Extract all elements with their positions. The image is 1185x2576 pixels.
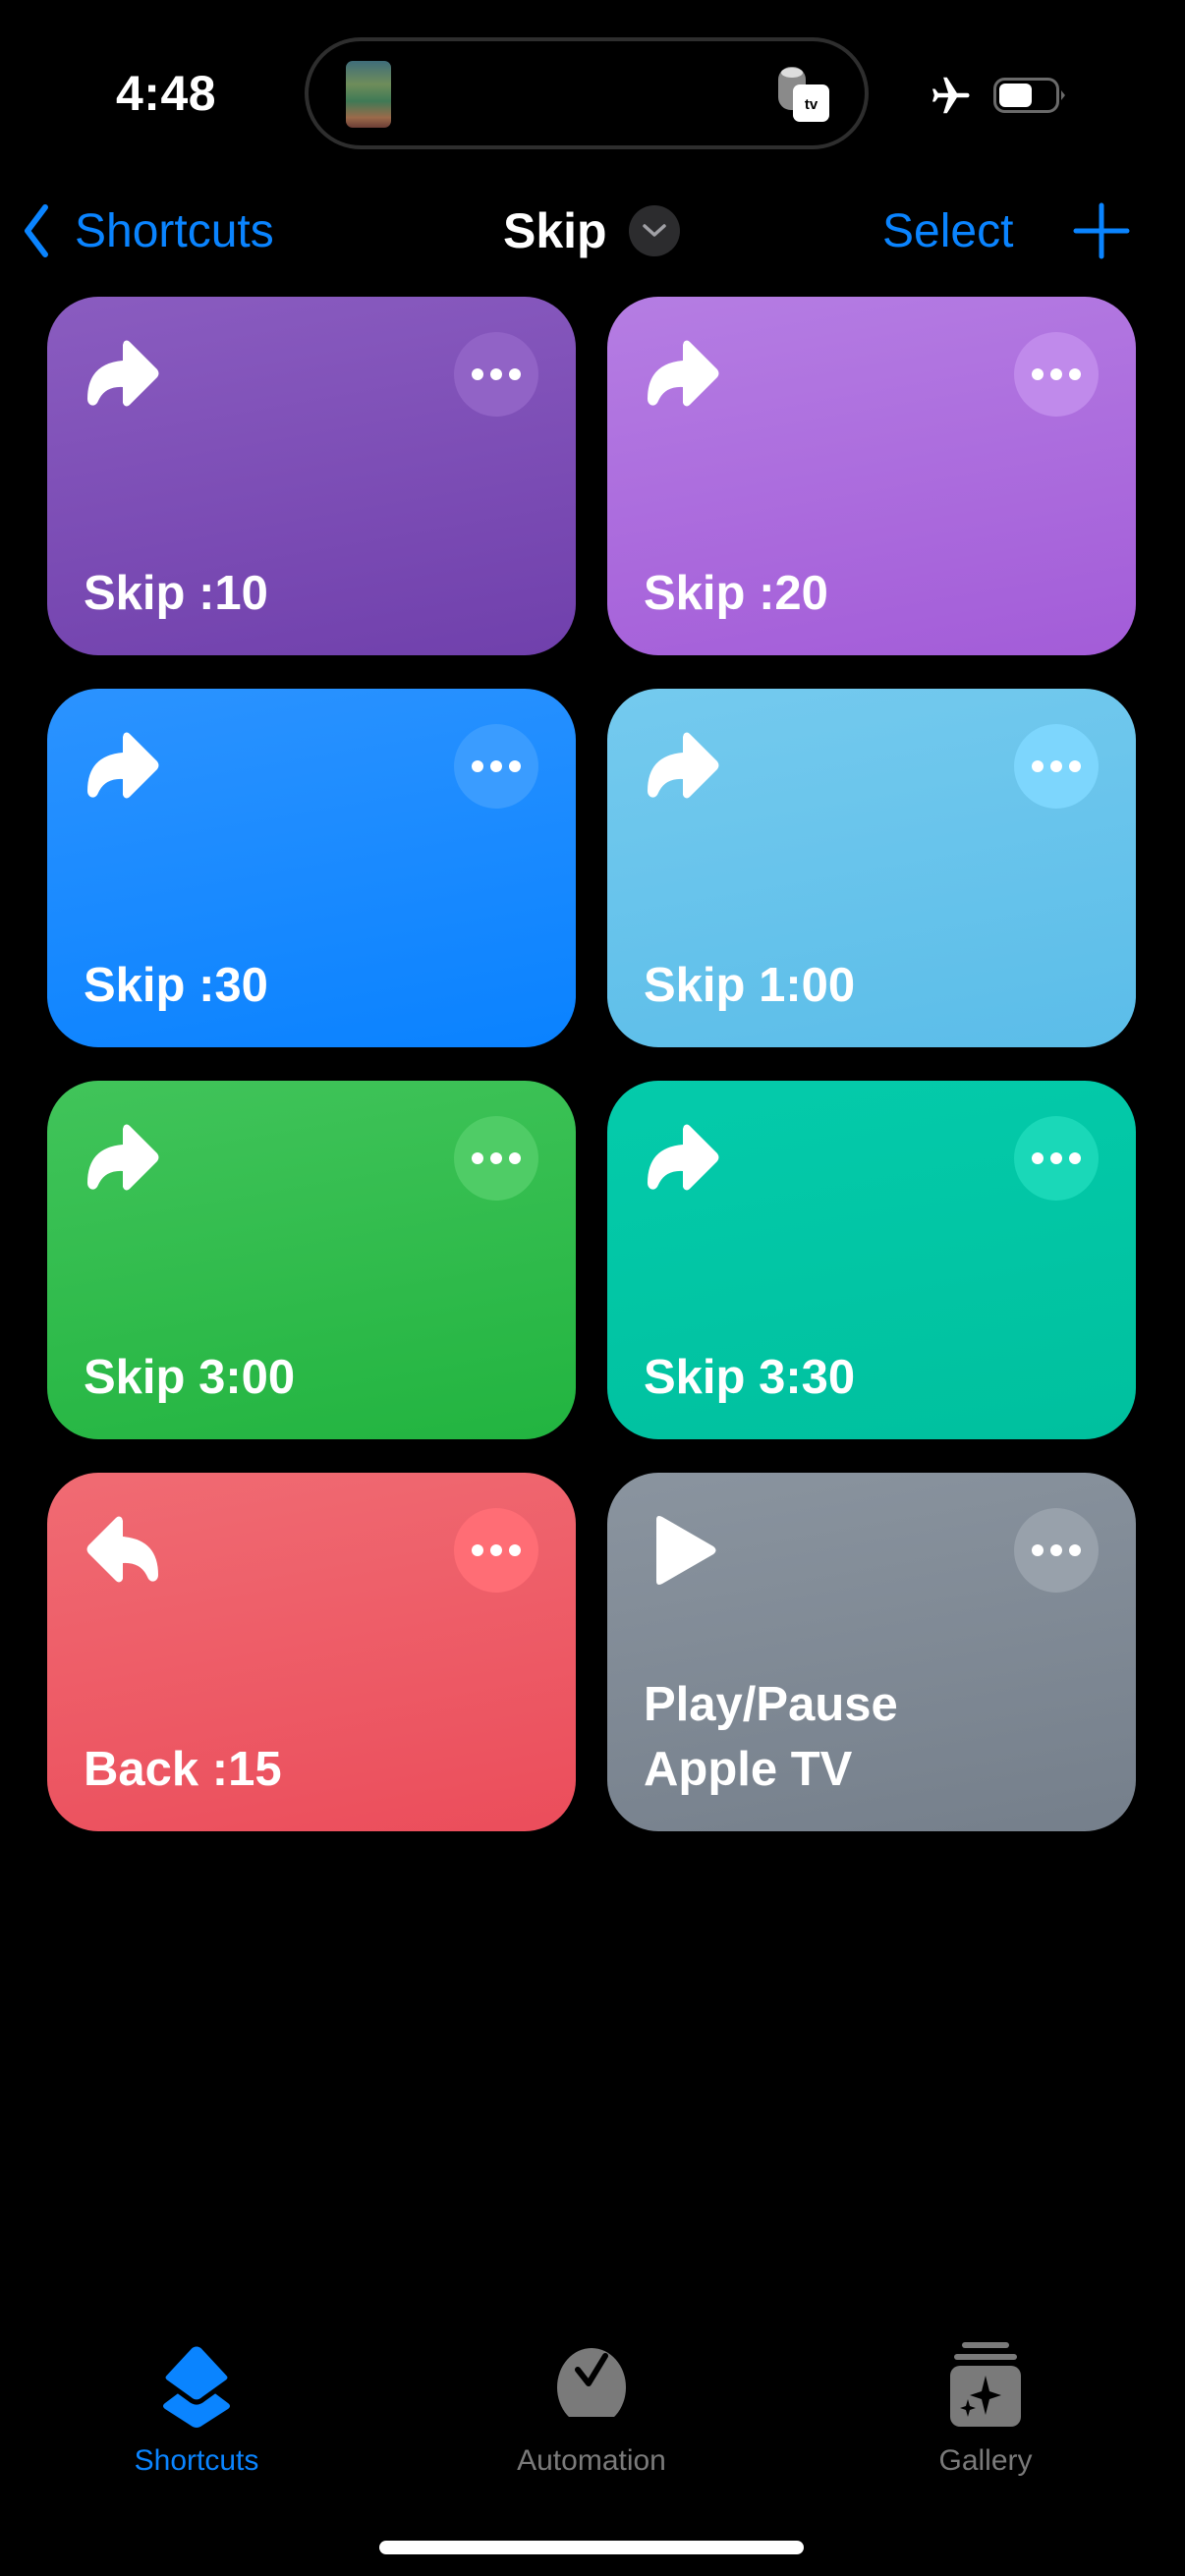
dot	[490, 1152, 502, 1164]
arrow-turn-up-right-icon	[648, 340, 719, 407]
status-time: 4:48	[116, 66, 217, 121]
dot	[1032, 1152, 1044, 1164]
shortcut-tile[interactable]: Play/Pause Apple TV	[607, 1473, 1136, 1831]
arrow-turn-up-right-icon	[648, 732, 719, 799]
arrow-turn-up-right-icon	[87, 340, 159, 407]
shortcut-label: Skip :20	[644, 567, 828, 620]
dynamic-island-live-activity[interactable]: tv	[305, 37, 869, 149]
dot	[1032, 760, 1044, 772]
shortcut-label: Skip :10	[84, 567, 268, 620]
dot	[1069, 1544, 1081, 1556]
shortcut-tile[interactable]: Back :15	[47, 1473, 576, 1831]
dot	[490, 368, 502, 380]
tab-label: Gallery	[938, 2444, 1033, 2477]
dot	[1050, 1544, 1062, 1556]
homepod-appletv-icon: tv	[778, 67, 829, 122]
shortcut-tile[interactable]: Skip :20	[607, 297, 1136, 655]
dot	[472, 1544, 483, 1556]
shortcut-tile[interactable]: Skip :10	[47, 297, 576, 655]
sparkles-stack-icon	[950, 2342, 1021, 2427]
device-badge: tv	[805, 96, 818, 113]
dot	[472, 1152, 483, 1164]
arrow-turn-up-left-icon	[86, 1516, 158, 1583]
tab-shortcuts[interactable]: Shortcuts	[79, 2340, 314, 2478]
more-options-button[interactable]	[454, 1508, 538, 1593]
shortcut-label: Skip 1:00	[644, 959, 856, 1012]
more-options-button[interactable]	[1014, 332, 1099, 417]
dot	[509, 368, 521, 380]
dot	[1050, 368, 1062, 380]
more-options-button[interactable]	[1014, 1116, 1099, 1201]
dot	[1050, 1152, 1062, 1164]
shortcut-label: Skip 3:30	[644, 1351, 856, 1404]
back-label: Shortcuts	[75, 204, 274, 257]
arrow-turn-up-right-icon	[648, 1124, 719, 1191]
add-shortcut-button[interactable]	[1073, 202, 1130, 259]
more-options-button[interactable]	[454, 332, 538, 417]
tab-automation[interactable]: Automation	[474, 2340, 709, 2478]
dot	[509, 760, 521, 772]
back-button[interactable]: Shortcuts	[22, 200, 274, 261]
tab-gallery[interactable]: Gallery	[868, 2340, 1103, 2478]
more-options-button[interactable]	[1014, 724, 1099, 809]
dot	[509, 1152, 521, 1164]
dot	[472, 760, 483, 772]
shortcut-tile[interactable]: Skip :30	[47, 689, 576, 1047]
chevron-left-icon	[25, 204, 48, 257]
shortcut-label: Back :15	[84, 1743, 282, 1796]
shortcut-tile[interactable]: Skip 1:00	[607, 689, 1136, 1047]
dot	[1032, 368, 1044, 380]
arrow-turn-up-right-icon	[87, 732, 159, 799]
chevron-down-icon	[628, 205, 680, 256]
arrow-turn-up-right-icon	[87, 1124, 159, 1191]
dot	[490, 1544, 502, 1556]
now-playing-artwork	[346, 61, 391, 128]
shortcut-label: Skip :30	[84, 959, 268, 1012]
more-options-button[interactable]	[454, 724, 538, 809]
battery-icon	[993, 78, 1065, 113]
more-options-button[interactable]	[1014, 1508, 1099, 1593]
dot	[472, 368, 483, 380]
dot	[1050, 760, 1062, 772]
dot	[509, 1544, 521, 1556]
shortcut-tile[interactable]: Skip 3:30	[607, 1081, 1136, 1439]
shortcut-label: Skip 3:00	[84, 1351, 296, 1404]
dot	[1069, 368, 1081, 380]
shortcut-label: Play/Pause Apple TV	[644, 1678, 898, 1796]
dot	[1069, 1152, 1081, 1164]
dot	[1069, 760, 1081, 772]
page-title: Skip	[503, 203, 607, 258]
shortcut-tile[interactable]: Skip 3:00	[47, 1081, 576, 1439]
shortcuts-grid: Skip :10 Skip :20 Skip :30 Skip 1:00 Ski…	[47, 297, 1136, 1831]
play-icon	[656, 1516, 716, 1585]
tab-label: Automation	[517, 2444, 666, 2477]
select-button[interactable]: Select	[882, 200, 1013, 261]
airplane-icon	[931, 77, 970, 114]
more-options-button[interactable]	[454, 1116, 538, 1201]
stacked-squares-icon	[160, 2341, 233, 2428]
home-indicator[interactable]	[379, 2541, 804, 2554]
dot	[490, 760, 502, 772]
folder-title-menu[interactable]: Skip	[503, 200, 680, 261]
clock-checkmark-icon	[556, 2348, 627, 2427]
dot	[1032, 1544, 1044, 1556]
tab-label: Shortcuts	[134, 2444, 259, 2477]
